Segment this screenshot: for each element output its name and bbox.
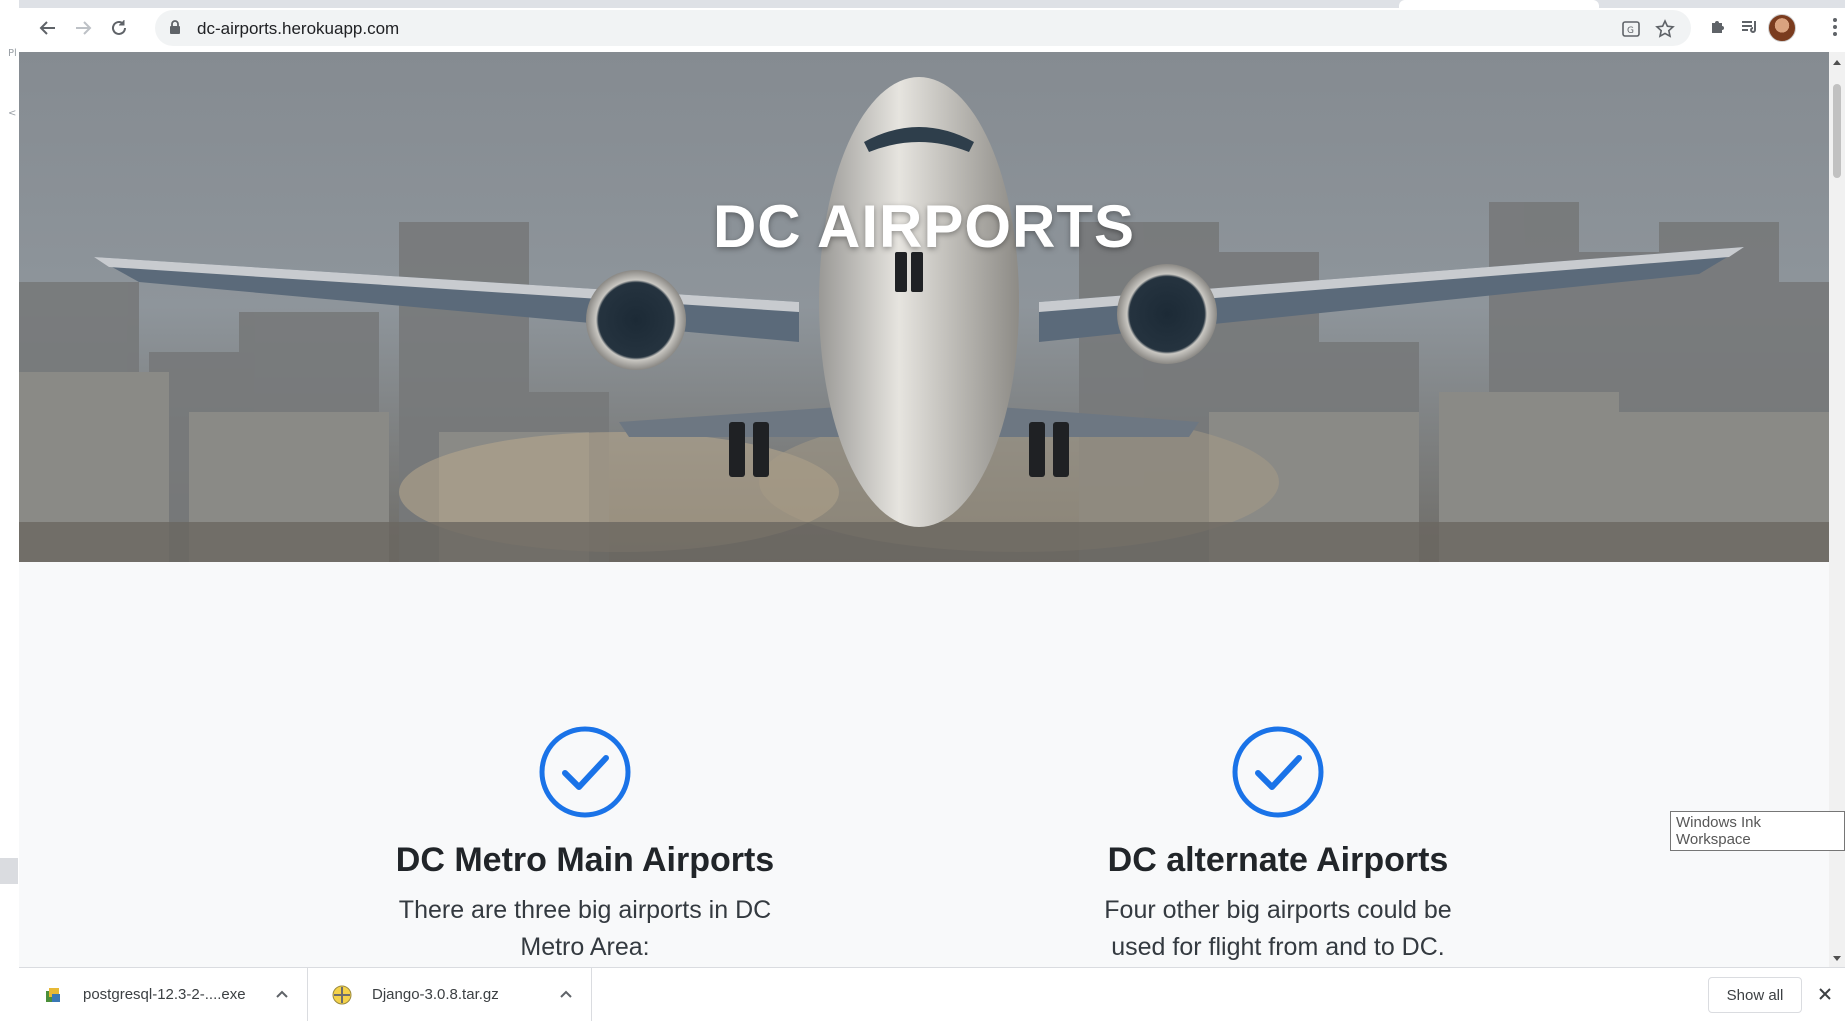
chevron-up-icon[interactable] — [559, 987, 573, 1001]
feature-title: DC Metro Main Airports — [395, 841, 775, 879]
background-window-text: Pl — [8, 48, 17, 59]
airplane-takeoff-image — [19, 52, 1829, 562]
active-tab[interactable] — [1399, 0, 1599, 8]
scroll-up-arrow-icon[interactable] — [1833, 60, 1841, 65]
chevron-up-icon[interactable] — [275, 987, 289, 1001]
reload-button[interactable] — [103, 12, 135, 44]
scroll-down-arrow-icon[interactable] — [1833, 956, 1841, 961]
media-queue-icon[interactable] — [1735, 12, 1765, 42]
forward-button[interactable] — [67, 12, 99, 44]
address-bar[interactable]: dc-airports.herokuapp.com G — [155, 10, 1691, 46]
background-window-block — [0, 858, 18, 884]
hero-section: DC AIRPORTS — [19, 52, 1829, 562]
back-button[interactable] — [32, 12, 64, 44]
download-shelf: postgresql-12.3-2-....exe Django-3.0.8.t… — [19, 967, 1845, 1021]
show-all-button[interactable]: Show all — [1708, 977, 1802, 1013]
browser-toolbar: dc-airports.herokuapp.com G — [19, 0, 1845, 53]
lock-icon — [170, 20, 180, 34]
download-filename: Django-3.0.8.tar.gz — [372, 986, 499, 1003]
scrollbar-thumb[interactable] — [1833, 84, 1841, 178]
profile-avatar[interactable] — [1768, 14, 1796, 42]
download-item[interactable]: Django-3.0.8.tar.gz — [308, 968, 592, 1021]
system-tooltip: Windows Ink Workspace — [1670, 811, 1845, 851]
bookmark-star-icon[interactable] — [1652, 16, 1678, 42]
close-icon[interactable] — [1815, 984, 1835, 1004]
background-window-strip: Pl < — [0, 0, 20, 1020]
feature-description: Four other big airports could be used fo… — [1104, 896, 1452, 961]
extensions-puzzle-icon[interactable] — [1703, 12, 1733, 42]
back-arrow-icon — [39, 21, 55, 35]
download-filename: postgresql-12.3-2-....exe — [83, 986, 246, 1003]
archive-icon — [332, 985, 352, 1004]
check-circle-icon — [1232, 726, 1324, 818]
page-viewport: DC AIRPORTS DC Metro Main Airports There… — [19, 52, 1829, 967]
feature-main-airports: DC Metro Main Airports There are three b… — [285, 725, 885, 966]
feature-title: DC alternate Airports — [1107, 841, 1449, 879]
background-window-text: < — [8, 108, 17, 119]
reload-icon — [112, 20, 126, 35]
download-item[interactable]: postgresql-12.3-2-....exe — [19, 968, 308, 1021]
feature-description: There are three big airports in DC Metro… — [398, 896, 772, 961]
forward-arrow-icon — [76, 21, 92, 35]
feature-alternate-airports: DC alternate Airports Four other big air… — [978, 725, 1578, 966]
svg-text:G: G — [1627, 26, 1634, 36]
installer-icon — [46, 987, 60, 1002]
chrome-menu-icon[interactable] — [1826, 12, 1844, 42]
translate-icon[interactable]: G — [1618, 16, 1644, 42]
check-circle-icon — [539, 726, 631, 818]
hero-title: DC AIRPORTS — [712, 193, 1136, 260]
url-text: dc-airports.herokuapp.com — [197, 19, 400, 38]
tab-strip — [19, 0, 1845, 8]
